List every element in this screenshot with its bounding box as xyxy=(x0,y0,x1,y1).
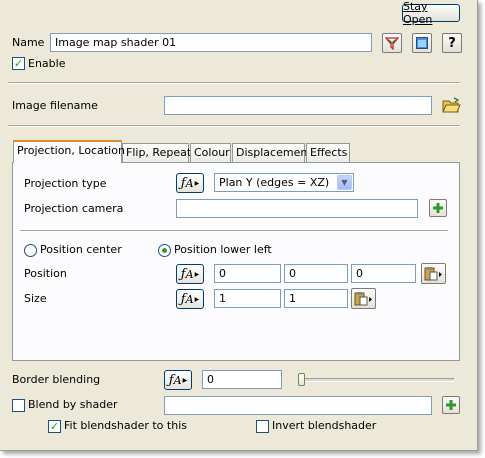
projection-type-value: Plan Y (edges = XZ) xyxy=(219,176,330,189)
size-label: Size xyxy=(24,292,47,305)
projection-type-label: Projection type xyxy=(24,177,107,190)
image-filename-input[interactable] xyxy=(164,96,432,115)
projection-type-select[interactable]: Plan Y (edges = XZ) ▼ xyxy=(214,173,354,192)
enable-label: Enable xyxy=(28,57,66,70)
position-y-input[interactable]: 0 xyxy=(284,264,348,283)
border-blending-label: Border blending xyxy=(12,373,101,386)
separator xyxy=(20,230,448,232)
fit-blendshader-label: Fit blendshader to this xyxy=(64,419,187,432)
slider-thumb[interactable] xyxy=(298,373,305,386)
chevron-down-icon[interactable]: ▼ xyxy=(337,175,352,190)
border-blending-input[interactable]: 0 xyxy=(202,370,282,389)
window-icon[interactable] xyxy=(412,33,432,53)
tab-flip-repeat[interactable]: Flip, Repeat xyxy=(122,143,191,162)
invert-blendshader-label: Invert blendshader xyxy=(272,419,377,432)
fit-blendshader-checkbox[interactable]: ✓ xyxy=(48,420,61,433)
position-center-label: Position center xyxy=(40,243,122,256)
function-icon[interactable]: ƒ A ▶ xyxy=(176,173,204,193)
paste-icon[interactable] xyxy=(421,263,446,284)
question-icon[interactable]: ? xyxy=(442,33,462,53)
shader-panel: Stay Open Name Image map shader 01 ? ✓ E… xyxy=(0,0,478,451)
tab-projection-location[interactable]: Projection, Location xyxy=(13,140,125,163)
projection-camera-input[interactable] xyxy=(176,199,418,218)
plus-icon[interactable] xyxy=(442,396,460,414)
position-x-input[interactable]: 0 xyxy=(214,264,281,283)
border-blending-slider[interactable] xyxy=(298,378,454,382)
separator xyxy=(8,82,460,84)
image-filename-label: Image filename xyxy=(12,99,98,112)
name-input[interactable]: Image map shader 01 xyxy=(50,33,372,52)
tab-effects[interactable]: Effects xyxy=(306,143,350,162)
position-lower-left-radio[interactable] xyxy=(158,244,171,257)
enable-checkbox[interactable]: ✓ xyxy=(12,57,25,70)
stay-open-button[interactable]: Stay Open xyxy=(402,0,460,26)
projection-camera-label: Projection camera xyxy=(24,202,124,215)
tab-displacement[interactable]: Displacement xyxy=(232,143,312,162)
paste-icon[interactable] xyxy=(351,288,376,309)
blend-by-shader-checkbox[interactable] xyxy=(12,399,25,412)
blend-shader-input[interactable] xyxy=(164,396,432,415)
open-folder-icon[interactable] xyxy=(441,96,461,115)
blend-by-shader-label: Blend by shader xyxy=(28,398,118,411)
invert-blendshader-checkbox[interactable] xyxy=(256,420,269,433)
position-lower-left-label: Position lower left xyxy=(174,243,272,256)
size-y-input[interactable]: 1 xyxy=(284,289,348,308)
function-icon[interactable]: ƒ A ▶ xyxy=(176,264,204,284)
function-icon[interactable]: ƒ A ▶ xyxy=(176,289,204,309)
size-x-input[interactable]: 1 xyxy=(214,289,281,308)
position-z-input[interactable]: 0 xyxy=(351,264,416,283)
plus-icon[interactable] xyxy=(429,199,447,217)
position-center-radio[interactable] xyxy=(24,244,37,257)
tab-colour[interactable]: Colour xyxy=(190,143,231,162)
function-icon[interactable]: ƒ A ▶ xyxy=(164,370,192,390)
position-label: Position xyxy=(24,267,67,280)
name-label: Name xyxy=(12,36,45,49)
separator xyxy=(8,125,460,127)
funnel-icon[interactable] xyxy=(382,33,402,53)
